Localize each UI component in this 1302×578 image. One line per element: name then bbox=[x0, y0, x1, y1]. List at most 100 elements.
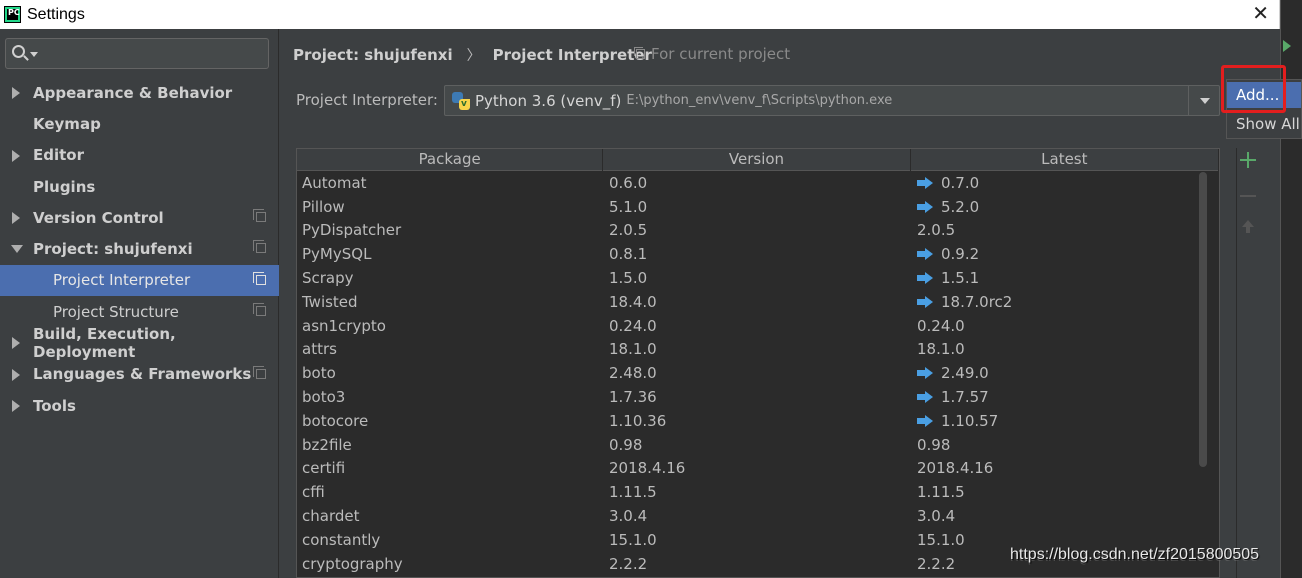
packages-table: Package Version Latest Automat 0.6.0 0.7.0… bbox=[296, 148, 1220, 578]
table-row[interactable]: cffi 1.11.5 1.11.5 bbox=[297, 480, 1219, 504]
package-version-cell: 2.0.5 bbox=[609, 221, 648, 240]
package-name-cell: chardet bbox=[302, 507, 360, 526]
interpreter-name: Python 3.6 (venv_f) bbox=[475, 91, 622, 110]
sidebar-item[interactable]: Languages & Frameworks bbox=[0, 359, 279, 390]
table-row[interactable]: bz2file 0.98 0.98 bbox=[297, 433, 1219, 457]
package-version-cell: 1.5.0 bbox=[609, 269, 648, 288]
sidebar-item[interactable]: Build, Execution, Deployment bbox=[0, 325, 279, 362]
sidebar-item[interactable]: Plugins bbox=[0, 171, 279, 202]
table-scrollbar[interactable] bbox=[1199, 172, 1207, 467]
package-latest-cell: 18.7.0rc2 bbox=[912, 293, 1212, 311]
toolbar-divider bbox=[1236, 148, 1237, 578]
chevron-right-icon[interactable] bbox=[12, 368, 20, 381]
package-toolbar bbox=[1232, 148, 1262, 578]
package-latest-label: 1.10.57 bbox=[941, 411, 999, 430]
package-version-cell: 2.2.2 bbox=[609, 554, 648, 573]
table-row[interactable]: certifi 2018.4.16 2018.4.16 bbox=[297, 457, 1219, 481]
sidebar-item[interactable]: Project: shujufenxi bbox=[0, 233, 279, 264]
sidebar-item-label: Project Interpreter bbox=[53, 271, 191, 290]
package-latest-label: 18.1.0 bbox=[917, 340, 965, 359]
breadcrumb: Project: shujufenxi 〉 Project Interprete… bbox=[293, 45, 652, 65]
package-latest-label: 0.98 bbox=[917, 435, 951, 454]
copy-icon bbox=[253, 365, 266, 379]
arrow-right-icon bbox=[917, 176, 934, 189]
column-header-package[interactable]: Package bbox=[297, 149, 604, 171]
chevron-right-icon[interactable] bbox=[12, 337, 20, 350]
package-version-cell: 1.10.36 bbox=[609, 411, 667, 430]
minus-icon[interactable] bbox=[1240, 195, 1256, 197]
sidebar-item[interactable]: Project Interpreter bbox=[0, 264, 279, 297]
sidebar-item[interactable]: Version Control bbox=[0, 202, 279, 233]
interpreter-gear-menu: Add... Show All... bbox=[1226, 79, 1302, 139]
table-row[interactable]: Scrapy 1.5.0 1.5.1 bbox=[297, 266, 1219, 290]
package-latest-cell: 5.2.0 bbox=[912, 198, 1212, 216]
chevron-down-icon[interactable] bbox=[30, 52, 38, 57]
breadcrumb-separator: 〉 bbox=[466, 48, 481, 64]
arrow-right-icon bbox=[917, 367, 934, 380]
table-row[interactable]: Pillow 5.1.0 5.2.0 bbox=[297, 195, 1219, 219]
table-row[interactable]: boto3 1.7.36 1.7.57 bbox=[297, 385, 1219, 409]
chevron-right-icon[interactable] bbox=[12, 87, 20, 99]
table-row[interactable]: Twisted 18.4.0 18.7.0rc2 bbox=[297, 290, 1219, 314]
table-row[interactable]: boto 2.48.0 2.49.0 bbox=[297, 361, 1219, 385]
plus-icon[interactable] bbox=[1240, 152, 1256, 168]
package-version-cell: 2018.4.16 bbox=[609, 459, 686, 478]
column-header-latest[interactable]: Latest bbox=[911, 149, 1219, 171]
package-latest-cell: 1.5.1 bbox=[912, 269, 1212, 287]
main-panel: Project: shujufenxi 〉 Project Interprete… bbox=[280, 29, 1302, 578]
package-latest-label: 1.11.5 bbox=[917, 483, 965, 502]
column-header-version[interactable]: Version bbox=[603, 149, 911, 171]
package-version-cell: 2.48.0 bbox=[609, 364, 657, 383]
chevron-down-icon[interactable] bbox=[11, 245, 23, 254]
chevron-down-icon[interactable] bbox=[1200, 98, 1210, 104]
close-button[interactable]: ✕ bbox=[1252, 2, 1269, 24]
package-name-cell: asn1crypto bbox=[302, 316, 386, 335]
sidebar-item[interactable]: Tools bbox=[0, 390, 279, 421]
chevron-right-icon[interactable] bbox=[12, 149, 20, 162]
arrow-right-icon bbox=[917, 414, 934, 427]
scope-note: For current project bbox=[634, 45, 790, 63]
package-latest-label: 1.7.57 bbox=[941, 388, 989, 407]
add-interpreter-menu-item[interactable]: Add... bbox=[1227, 82, 1301, 108]
search-input[interactable] bbox=[40, 42, 260, 66]
interpreter-select[interactable]: v Python 3.6 (venv_f) E:\python_env\venv… bbox=[444, 85, 1220, 116]
sidebar-item-label: Languages & Frameworks bbox=[33, 365, 252, 384]
package-name-cell: constantly bbox=[302, 530, 381, 549]
sidebar-item[interactable]: Editor bbox=[0, 140, 279, 171]
window-title: Settings bbox=[27, 5, 85, 23]
sidebar-item[interactable]: Project Structure bbox=[0, 296, 279, 327]
package-latest-cell: 1.11.5 bbox=[912, 483, 1212, 501]
table-row[interactable]: PyDispatcher 2.0.5 2.0.5 bbox=[297, 219, 1219, 243]
package-name-cell: botocore bbox=[302, 411, 369, 430]
package-latest-cell: 18.1.0 bbox=[912, 340, 1212, 358]
chevron-right-icon[interactable] bbox=[12, 212, 20, 225]
table-row[interactable]: chardet 3.0.4 3.0.4 bbox=[297, 504, 1219, 528]
show-all-menu-item[interactable]: Show All... bbox=[1227, 111, 1301, 137]
table-row[interactable]: attrs 18.1.0 18.1.0 bbox=[297, 338, 1219, 362]
sidebar-item[interactable]: Keymap bbox=[0, 108, 279, 139]
package-version-cell: 1.7.36 bbox=[609, 388, 657, 407]
package-latest-label: 2.0.5 bbox=[917, 221, 956, 240]
search-icon[interactable] bbox=[12, 45, 25, 58]
table-row[interactable]: PyMySQL 0.8.1 0.9.2 bbox=[297, 242, 1219, 266]
table-body: Automat 0.6.0 0.7.0 Pillow 5.1.0 5.2.0 PyDispa… bbox=[297, 171, 1219, 576]
copy-icon bbox=[253, 271, 266, 285]
sidebar-item-label: Build, Execution, Deployment bbox=[33, 325, 176, 362]
sidebar-item-label: Version Control bbox=[33, 208, 164, 227]
chevron-right-icon[interactable] bbox=[12, 399, 20, 412]
package-latest-label: 0.9.2 bbox=[941, 245, 980, 264]
package-latest-cell: 3.0.4 bbox=[912, 507, 1212, 525]
table-row[interactable]: Automat 0.6.0 0.7.0 bbox=[297, 171, 1219, 195]
package-version-cell: 3.0.4 bbox=[609, 507, 648, 526]
search-box[interactable] bbox=[5, 38, 269, 69]
interpreter-label: Project Interpreter: bbox=[296, 91, 438, 109]
sidebar-item[interactable]: Appearance & Behavior bbox=[0, 77, 279, 108]
copy-icon bbox=[253, 209, 266, 223]
arrow-right-icon bbox=[917, 391, 934, 404]
package-version-cell: 15.1.0 bbox=[609, 530, 657, 549]
table-row[interactable]: asn1crypto 0.24.0 0.24.0 bbox=[297, 314, 1219, 338]
table-row[interactable]: botocore 1.10.36 1.10.57 bbox=[297, 409, 1219, 433]
arrow-up-icon[interactable] bbox=[1242, 220, 1254, 233]
breadcrumb-parent[interactable]: Project: shujufenxi bbox=[293, 46, 453, 64]
package-name-cell: bz2file bbox=[302, 435, 352, 454]
